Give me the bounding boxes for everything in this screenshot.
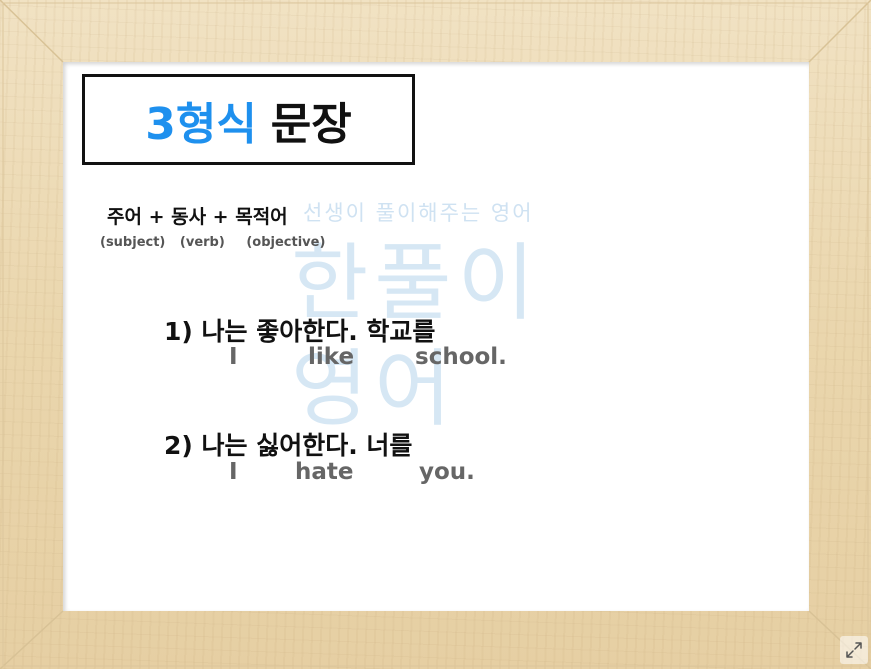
sentence-2-verb: hate bbox=[295, 459, 354, 485]
sentence-1-verb: like bbox=[308, 344, 355, 370]
role-objective: (objective) bbox=[246, 235, 326, 250]
expand-icon bbox=[846, 642, 862, 658]
title-box: 3형식 문장 bbox=[82, 74, 415, 165]
sentence-formula: 주어 + 동사 + 목적어 bbox=[107, 206, 288, 228]
title-text: 문장 bbox=[270, 98, 352, 150]
sentence-1-subject: I bbox=[229, 344, 238, 370]
formula-roles: (subject) (verb) (objective) bbox=[100, 235, 325, 250]
sentence-2-subject: I bbox=[229, 459, 238, 485]
whiteboard: 선생이 풀이해주는 영어 한풀이 영어 3형식 문장 주어 + 동사 + 목적어… bbox=[63, 62, 809, 611]
watermark-subtitle: 선생이 풀이해주는 영어 bbox=[303, 201, 534, 225]
expand-button[interactable] bbox=[840, 636, 868, 664]
sentence-2-korean: 2) 나는 싫어한다. 너를 bbox=[164, 431, 413, 460]
sentence-1-object: school. bbox=[415, 344, 507, 370]
title-highlight: 3형식 bbox=[145, 98, 257, 150]
role-verb: (verb) bbox=[179, 235, 225, 250]
sentence-1-korean: 1) 나는 좋아한다. 학교를 bbox=[164, 317, 436, 346]
sentence-2-object: you. bbox=[419, 459, 475, 485]
role-subject: (subject) bbox=[100, 235, 166, 250]
